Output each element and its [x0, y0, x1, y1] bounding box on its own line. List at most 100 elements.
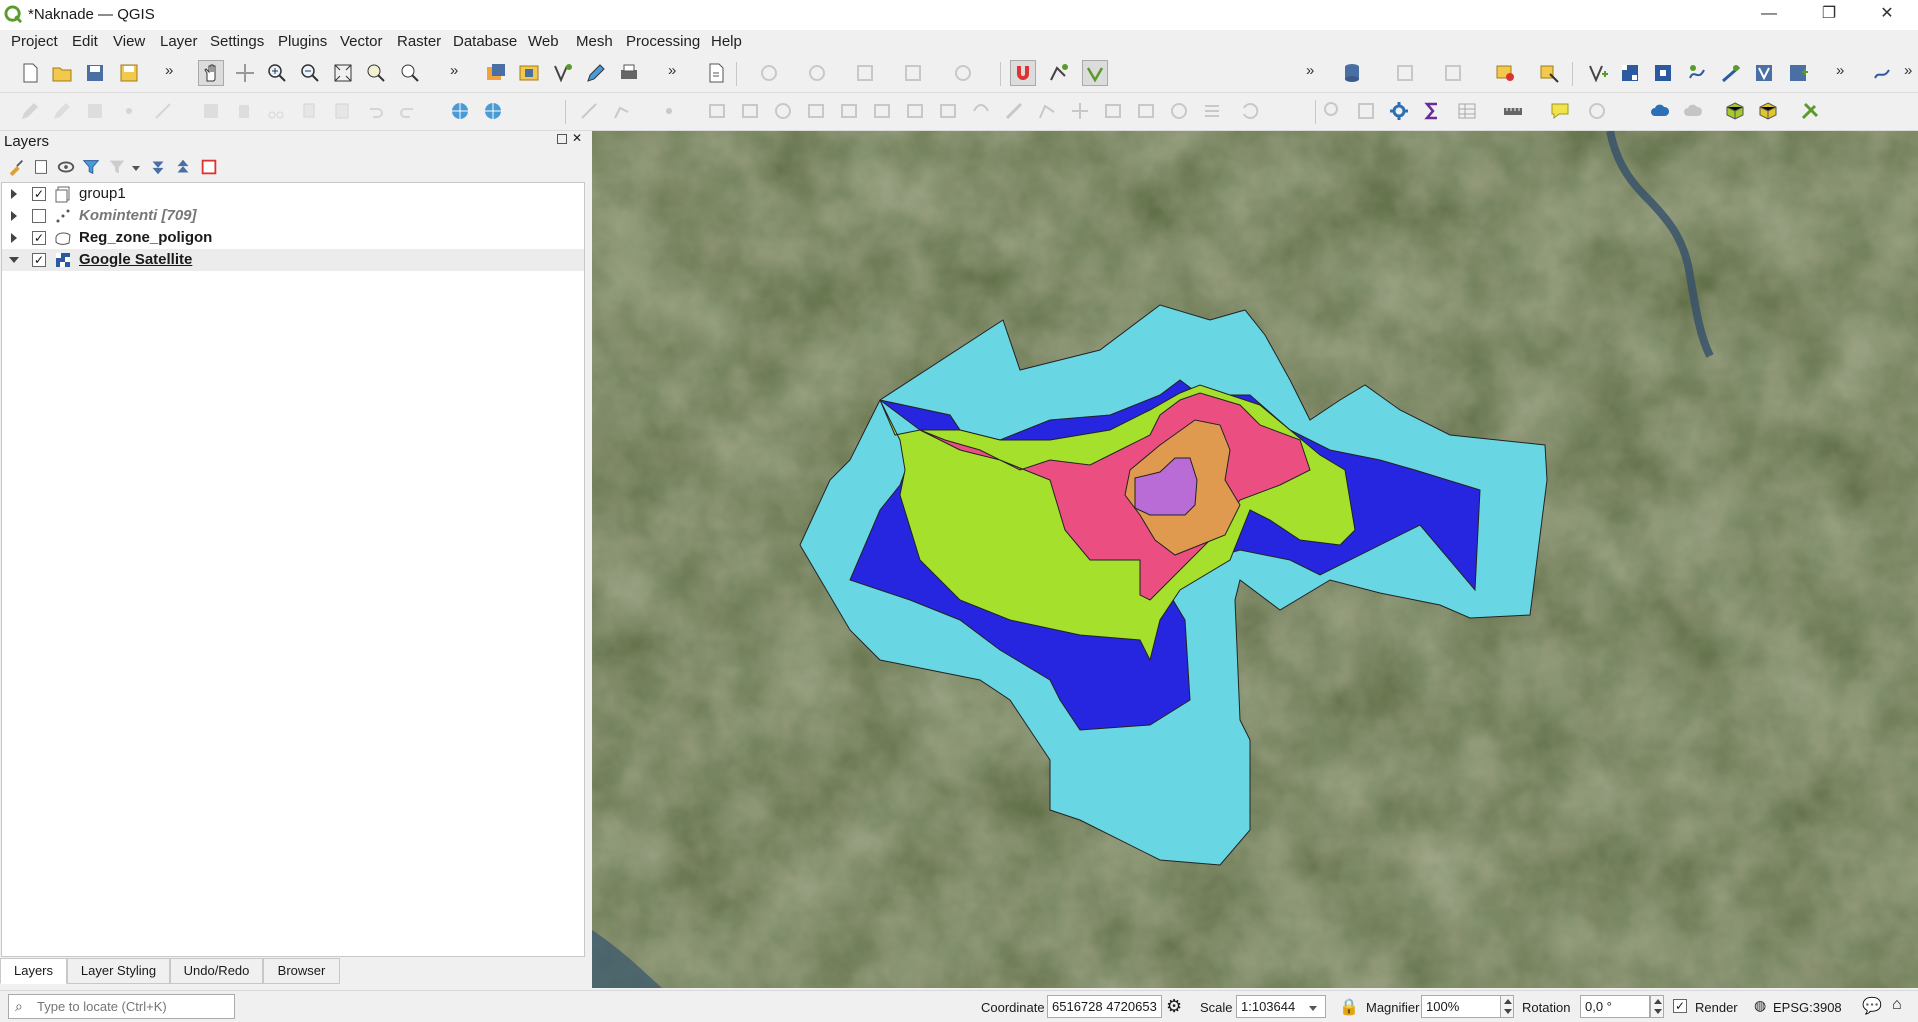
- select-rect-icon[interactable]: [900, 60, 926, 86]
- shape-tool-9-icon[interactable]: [968, 98, 994, 124]
- minimize-button[interactable]: —: [1746, 0, 1792, 30]
- add-group-icon[interactable]: [31, 157, 51, 177]
- layer-visibility-checkbox[interactable]: [32, 209, 46, 223]
- shape-tool-14-icon[interactable]: [1133, 98, 1159, 124]
- shape-tool-15-icon[interactable]: [1166, 98, 1192, 124]
- plugin-tool-icon[interactable]: [1870, 60, 1896, 86]
- float-panel-icon[interactable]: [557, 134, 567, 144]
- menu-plugins[interactable]: Plugins: [278, 33, 327, 50]
- menu-view[interactable]: View: [113, 33, 145, 50]
- magnifier-field[interactable]: 100%: [1421, 995, 1501, 1018]
- add-wms-icon[interactable]: [1650, 60, 1676, 86]
- table-icon[interactable]: [1454, 98, 1480, 124]
- identify-icon[interactable]: [1392, 60, 1418, 86]
- shape-tool-6-icon[interactable]: [869, 98, 895, 124]
- close-button[interactable]: ✕: [1864, 0, 1910, 30]
- zoom-full-icon[interactable]: [330, 60, 356, 86]
- menu-processing[interactable]: Processing: [626, 33, 700, 50]
- field-calc-icon[interactable]: [1353, 98, 1379, 124]
- cloud-sync-icon[interactable]: [1680, 98, 1706, 124]
- shape-tool-11-icon[interactable]: [1034, 98, 1060, 124]
- digitize-tool-1-icon[interactable]: [576, 98, 602, 124]
- globe-settings-icon[interactable]: [480, 98, 506, 124]
- crs-globe-icon[interactable]: ◍: [1754, 997, 1766, 1014]
- shape-tool-8-icon[interactable]: [935, 98, 961, 124]
- expand-arrow-icon[interactable]: [11, 233, 17, 243]
- modify-attributes-icon[interactable]: [198, 98, 224, 124]
- redo-icon[interactable]: [395, 98, 421, 124]
- rotate-tool-icon[interactable]: [1236, 98, 1262, 124]
- pdf-icon[interactable]: [703, 60, 729, 86]
- shape-tool-16-icon[interactable]: [1199, 98, 1225, 124]
- statistics-sigma-icon[interactable]: [1419, 98, 1445, 124]
- toolbar-overflow-icon[interactable]: »: [450, 62, 458, 79]
- add-mesh-icon[interactable]: [1718, 60, 1744, 86]
- 3d-layer-icon[interactable]: [1755, 98, 1781, 124]
- add-delimited-icon[interactable]: [1751, 60, 1777, 86]
- processing-gear-icon[interactable]: [1386, 98, 1412, 124]
- add-raster-icon[interactable]: [1617, 60, 1643, 86]
- digitize-tool-3-icon[interactable]: [656, 98, 682, 124]
- shape-tool-4-icon[interactable]: [803, 98, 829, 124]
- measure-icon[interactable]: [1440, 60, 1466, 86]
- identify-results-icon[interactable]: [1320, 98, 1346, 124]
- locator-input[interactable]: [37, 997, 227, 1016]
- current-edits-icon[interactable]: [17, 98, 43, 124]
- expand-arrow-icon[interactable]: [11, 189, 17, 199]
- coordinate-toggle-icon[interactable]: ⚙: [1166, 996, 1182, 1017]
- manage-visibility-icon[interactable]: [56, 157, 76, 177]
- menu-help[interactable]: Help: [711, 33, 742, 50]
- shape-tool-12-icon[interactable]: [1067, 98, 1093, 124]
- menu-database[interactable]: Database: [453, 33, 517, 50]
- layer-row-reg-zone-poligon[interactable]: ✓ Reg_zone_poligon: [2, 227, 584, 249]
- measure-line-icon[interactable]: [1500, 98, 1526, 124]
- shape-tool-5-icon[interactable]: [836, 98, 862, 124]
- new-layout-icon[interactable]: [483, 60, 509, 86]
- snap-mode-icon[interactable]: [1082, 60, 1108, 86]
- print-icon[interactable]: [616, 60, 642, 86]
- menu-layer[interactable]: Layer: [160, 33, 198, 50]
- new-project-icon[interactable]: [17, 60, 43, 86]
- paste-features-icon[interactable]: [329, 98, 355, 124]
- toolbar-overflow-icon[interactable]: »: [668, 62, 676, 79]
- network-icon[interactable]: ⌂: [1892, 996, 1902, 1014]
- menu-mesh[interactable]: Mesh: [576, 33, 613, 50]
- rotation-field[interactable]: 0,0 °: [1580, 995, 1650, 1018]
- map-tips-icon[interactable]: [1547, 98, 1573, 124]
- add-feature-icon[interactable]: [116, 98, 142, 124]
- globe-search-icon[interactable]: [447, 98, 473, 124]
- cloud-icon[interactable]: [1647, 98, 1673, 124]
- filter-legend-icon[interactable]: [81, 157, 101, 177]
- undo-icon[interactable]: [362, 98, 388, 124]
- cut-features-icon[interactable]: [263, 98, 289, 124]
- menu-edit[interactable]: Edit: [72, 33, 98, 50]
- filter-expression-icon[interactable]: [107, 157, 127, 177]
- shape-tool-13-icon[interactable]: [1100, 98, 1126, 124]
- digitize-tool-2-icon[interactable]: [609, 98, 635, 124]
- scale-dropdown-icon[interactable]: [1309, 1006, 1317, 1011]
- menu-vector[interactable]: Vector: [340, 33, 383, 50]
- select-settings-icon[interactable]: [950, 60, 976, 86]
- menu-web[interactable]: Web: [528, 33, 559, 50]
- tab-browser[interactable]: Browser: [263, 958, 340, 984]
- layer-visibility-checkbox[interactable]: ✓: [32, 231, 46, 245]
- messages-icon[interactable]: 💬: [1862, 996, 1882, 1016]
- open-project-icon[interactable]: [49, 60, 75, 86]
- snap-vertex-icon[interactable]: [1046, 60, 1072, 86]
- save-project-icon[interactable]: [82, 60, 108, 86]
- zoom-layer-icon[interactable]: [397, 60, 423, 86]
- layout-manager-icon[interactable]: [516, 60, 542, 86]
- save-edits-icon[interactable]: [82, 98, 108, 124]
- rotation-spinner[interactable]: [1650, 995, 1664, 1018]
- menu-raster[interactable]: Raster: [397, 33, 441, 50]
- vertex-tool-icon[interactable]: [150, 98, 176, 124]
- collapse-arrow-icon[interactable]: [9, 257, 19, 263]
- tab-layer-styling[interactable]: Layer Styling: [67, 958, 170, 984]
- close-panel-icon[interactable]: ✕: [572, 131, 582, 145]
- label-tool-icon[interactable]: [1536, 60, 1562, 86]
- add-wfs-icon[interactable]: [1685, 60, 1711, 86]
- map-canvas[interactable]: [592, 131, 1918, 988]
- menu-settings[interactable]: Settings: [210, 33, 264, 50]
- snapping-magnet-icon[interactable]: [1010, 60, 1036, 86]
- save-as-icon[interactable]: [116, 60, 142, 86]
